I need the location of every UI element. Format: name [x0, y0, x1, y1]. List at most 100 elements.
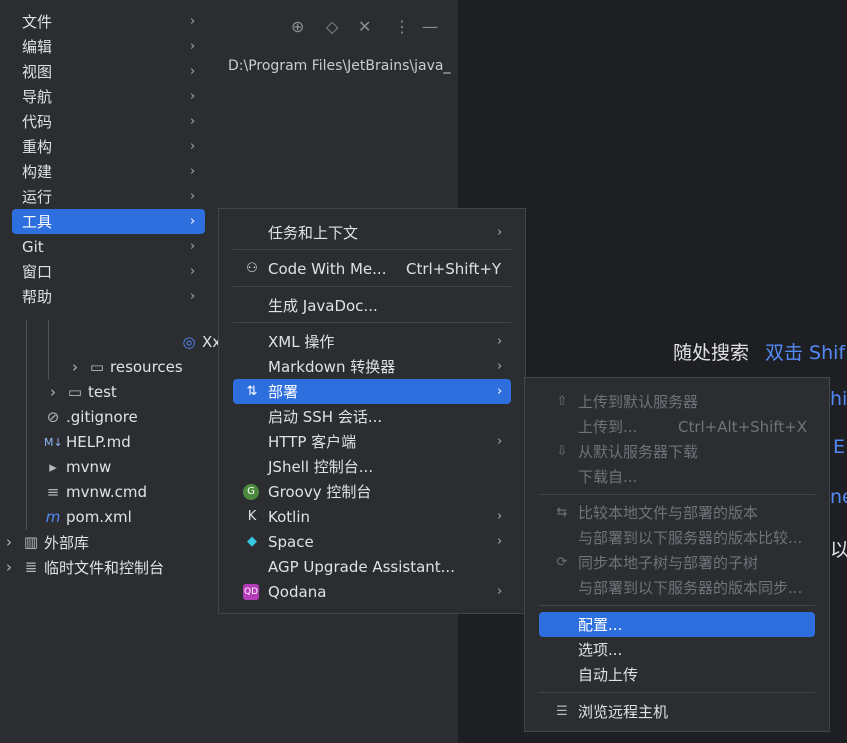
collapse-all-icon[interactable]: ✕ — [358, 17, 371, 36]
menu-item-sync-subtree[interactable]: ⟳ 同步本地子树与部署的子树 — [525, 550, 829, 575]
tree-item-label: mvnw — [66, 458, 112, 476]
menu-item-code[interactable]: 代码 › — [0, 109, 220, 134]
tree-item-label: resources — [110, 358, 183, 376]
menu-item-deployment[interactable]: ⇅ 部署 › — [233, 379, 511, 404]
menu-separator — [539, 692, 815, 693]
menu-separator — [233, 249, 511, 250]
chevron-right-icon[interactable]: › — [44, 383, 62, 401]
menu-item-download-default[interactable]: ⇩ 从默认服务器下载 — [525, 439, 829, 464]
menu-item-compare-local[interactable]: ⇆ 比较本地文件与部署的版本 — [525, 500, 829, 525]
locate-icon[interactable]: ⊕ — [291, 17, 304, 36]
menu-item-jshell[interactable]: JShell 控制台... — [219, 454, 525, 479]
chevron-right-icon[interactable]: › — [0, 558, 18, 576]
menu-item-label: 生成 JavaDoc... — [268, 297, 378, 315]
menu-item-help[interactable]: 帮助 › — [0, 284, 220, 309]
menu-item-qodana[interactable]: QD Qodana › — [219, 579, 525, 604]
chevron-right-icon[interactable]: › — [0, 533, 18, 551]
chevron-right-icon: › — [190, 114, 196, 129]
menu-item-agp-upgrade[interactable]: AGP Upgrade Assistant... — [219, 554, 525, 579]
tree-item-label: .gitignore — [66, 408, 138, 426]
menu-item-label: Git — [22, 237, 44, 256]
menu-item-sync-with[interactable]: 与部署到以下服务器的版本同步... — [525, 575, 829, 600]
menu-item-label: 上传到... — [578, 418, 638, 436]
menu-item-tasks-context[interactable]: 任务和上下文 › — [219, 220, 525, 245]
menu-item-groovy-console[interactable]: G Groovy 控制台 — [219, 479, 525, 504]
tree-item-label: 临时文件和控制台 — [44, 558, 165, 577]
menu-item-refactor[interactable]: 重构 › — [0, 134, 220, 159]
deployment-menu: ⇧ 上传到默认服务器 上传到... Ctrl+Alt+Shift+X ⇩ 从默认服务器… — [524, 377, 830, 732]
search-everywhere-hint: 双击 Shif — [765, 342, 846, 364]
sync-icon: ⟳ — [556, 555, 568, 570]
tree-item-mvnw[interactable]: ▸ mvnw — [44, 455, 111, 479]
tree-item-mvnw-cmd[interactable]: ≡ mvnw.cmd — [44, 480, 147, 504]
hint-fragment: 以 — [830, 539, 847, 561]
menu-item-options[interactable]: 选项... — [525, 637, 829, 662]
menu-item-label: 帮助 — [22, 288, 53, 306]
menu-item-space[interactable]: ◆ Space › — [219, 529, 525, 554]
menu-item-git[interactable]: Git › — [0, 234, 220, 259]
groovy-icon: G — [243, 483, 259, 500]
menu-item-window[interactable]: 窗口 › — [0, 259, 220, 284]
chevron-right-icon: › — [190, 39, 196, 54]
maven-icon: m — [45, 508, 61, 526]
menu-item-shortcut: Ctrl+Shift+Y — [406, 259, 502, 278]
minimize-icon[interactable]: — — [422, 17, 438, 36]
menu-item-label: 编辑 — [22, 38, 53, 56]
menu-item-shortcut: Ctrl+Alt+Shift+X — [678, 417, 808, 436]
menu-item-markdown-converter[interactable]: Markdown 转换器 › — [219, 354, 525, 379]
menu-item-upload-to[interactable]: 上传到... Ctrl+Alt+Shift+X — [525, 414, 829, 439]
menu-item-label: Code With Me... — [268, 259, 387, 278]
menu-item-build[interactable]: 构建 › — [0, 159, 220, 184]
folder-icon: ▭ — [89, 358, 105, 376]
menu-item-view[interactable]: 视图 › — [0, 59, 220, 84]
chevron-right-icon: › — [190, 164, 196, 179]
menu-item-label: 文件 — [22, 13, 53, 31]
menu-item-label: AGP Upgrade Assistant... — [268, 557, 455, 576]
tree-item-help[interactable]: M↓ HELP.md — [44, 430, 131, 454]
menu-item-xml-actions[interactable]: XML 操作 › — [219, 329, 525, 354]
menu-item-label: 构建 — [22, 163, 53, 181]
chevron-right-icon: › — [497, 359, 503, 374]
tree-item-label: test — [88, 383, 117, 401]
menu-item-browse-remote[interactable]: ☰ 浏览远程主机 — [525, 699, 829, 724]
expand-all-icon[interactable]: ◇ — [326, 17, 338, 36]
menu-item-navigate[interactable]: 导航 › — [0, 84, 220, 109]
chevron-right-icon: › — [190, 139, 196, 154]
menu-item-start-ssh[interactable]: 启动 SSH 会话... — [219, 404, 525, 429]
menu-item-kotlin[interactable]: K Kotlin › — [219, 504, 525, 529]
tree-item-pom[interactable]: m pom.xml — [44, 505, 132, 529]
menu-item-label: 比较本地文件与部署的版本 — [578, 504, 759, 522]
chevron-right-icon: › — [497, 534, 503, 549]
menu-item-edit[interactable]: 编辑 › — [0, 34, 220, 59]
menu-item-compare-with[interactable]: 与部署到以下服务器的版本比较... — [525, 525, 829, 550]
space-icon: ◆ — [247, 534, 257, 549]
chevron-right-icon[interactable]: › — [66, 358, 84, 376]
menu-item-label: 窗口 — [22, 263, 53, 281]
menu-item-label: 浏览远程主机 — [578, 703, 669, 721]
menu-item-run[interactable]: 运行 › — [0, 184, 220, 209]
tree-item-scratches[interactable]: › ≣ 临时文件和控制台 — [0, 555, 164, 579]
tree-item-resources[interactable]: › ▭ resources — [66, 355, 183, 379]
options-icon[interactable]: ⋮ — [394, 17, 410, 36]
chevron-right-icon: › — [497, 225, 503, 240]
menu-item-download-from[interactable]: 下载自... — [525, 464, 829, 489]
project-path: D:\Program Files\JetBrains\java_ — [228, 58, 451, 74]
menu-item-generate-javadoc[interactable]: 生成 JavaDoc... — [219, 293, 525, 318]
tree-item-partial[interactable]: ◎ Xx — [180, 330, 221, 354]
menu-item-code-with-me[interactable]: ⚇ Code With Me... Ctrl+Shift+Y — [219, 256, 525, 281]
menu-item-configuration[interactable]: 配置... — [539, 612, 815, 637]
menu-item-http-client[interactable]: HTTP 客户端 › — [219, 429, 525, 454]
tree-item-external-libs[interactable]: › ▥ 外部库 — [0, 530, 89, 554]
menu-item-file[interactable]: 文件 › — [0, 9, 220, 34]
menu-item-label: 工具 — [22, 213, 53, 231]
tree-item-test[interactable]: › ▭ test — [44, 380, 117, 404]
menu-item-label: JShell 控制台... — [268, 458, 374, 476]
menu-item-tools[interactable]: 工具 › — [12, 209, 205, 234]
menu-item-label: XML 操作 — [268, 333, 335, 351]
hint-fragment: hif — [830, 388, 847, 410]
menu-item-label: 配置... — [578, 616, 623, 634]
menu-item-auto-upload[interactable]: 自动上传 — [525, 662, 829, 687]
tree-item-gitignore[interactable]: ⊘ .gitignore — [44, 405, 138, 429]
menu-item-upload-default[interactable]: ⇧ 上传到默认服务器 — [525, 389, 829, 414]
menu-item-label: Space — [268, 532, 314, 551]
